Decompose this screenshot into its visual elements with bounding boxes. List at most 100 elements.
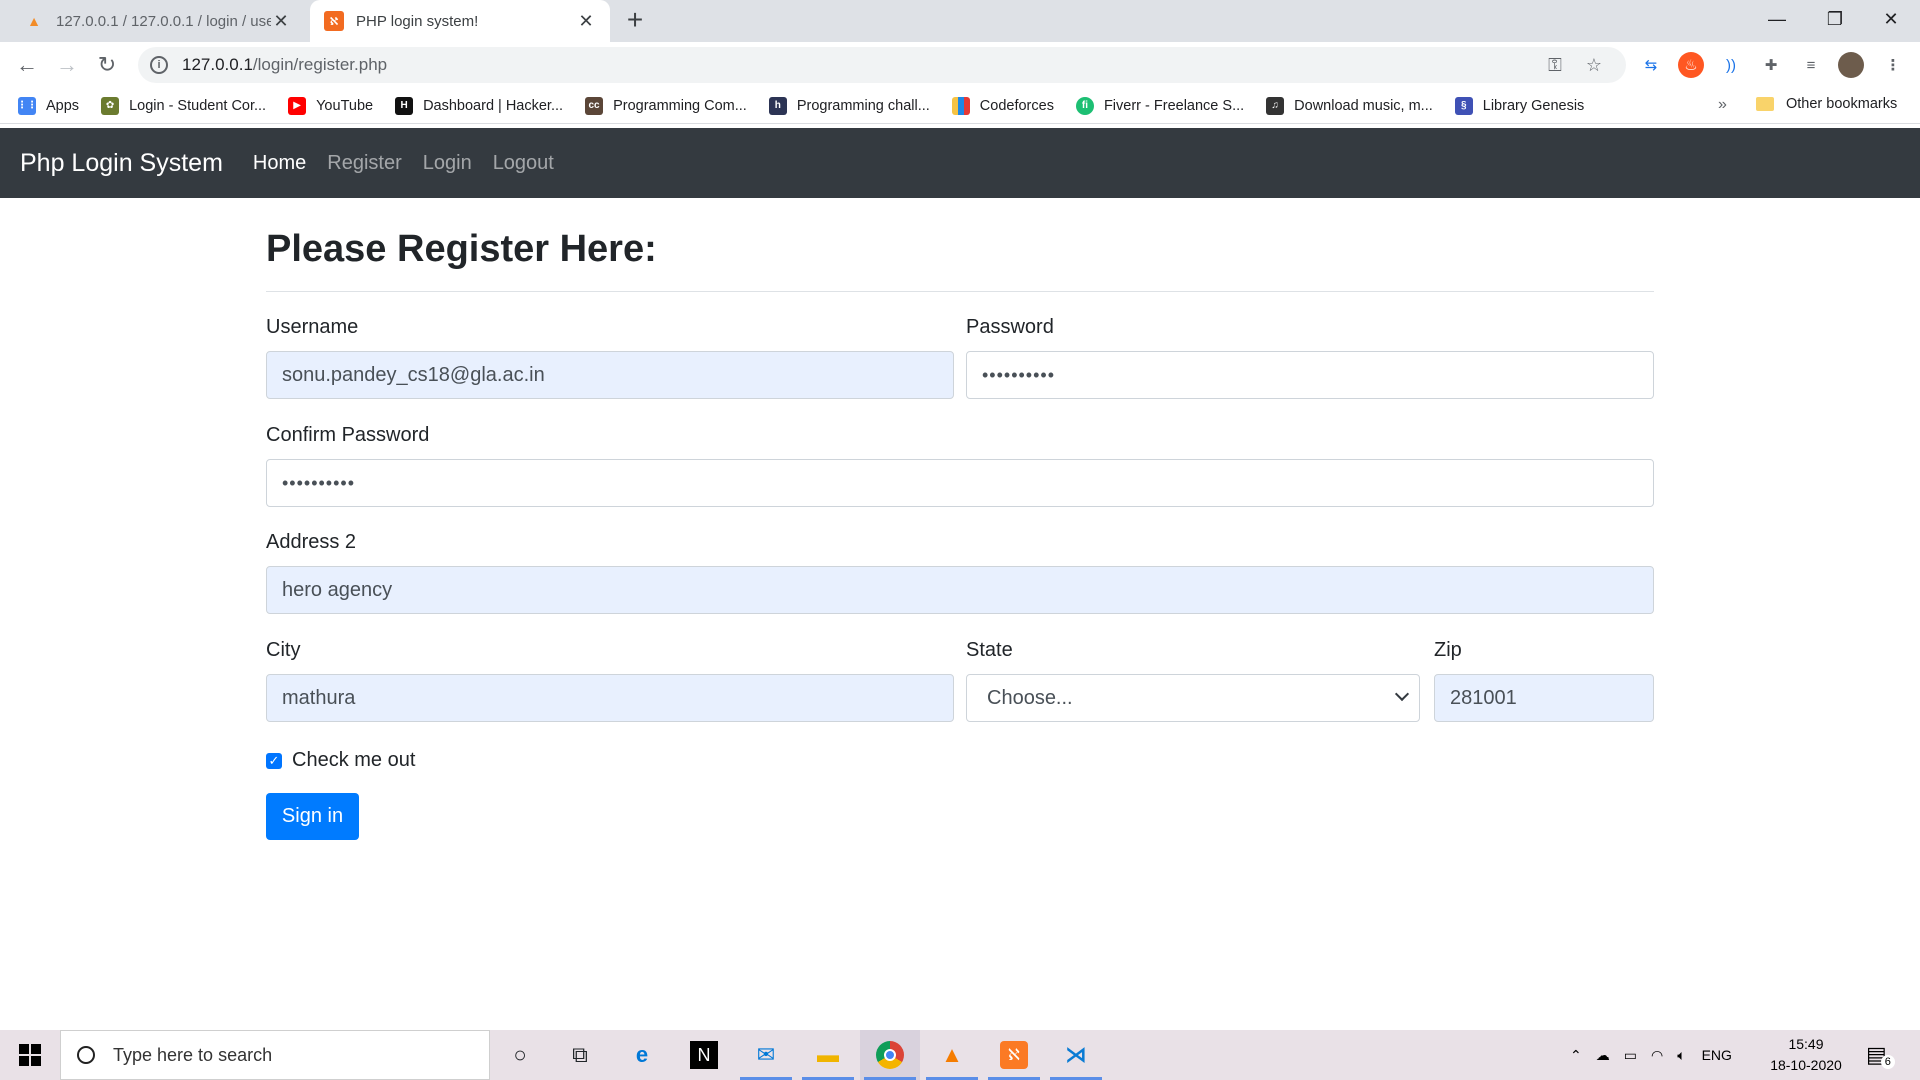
close-tab-icon[interactable]: ✕ <box>271 11 291 32</box>
folder-icon <box>1756 97 1774 111</box>
edge-icon[interactable]: e <box>612 1030 672 1080</box>
language-indicator[interactable]: ENG <box>1702 1047 1732 1063</box>
chrome-icon[interactable] <box>860 1030 920 1080</box>
close-tab-icon[interactable]: ✕ <box>576 11 596 32</box>
state-select[interactable]: Choose... <box>966 674 1420 722</box>
bookmark-hackerrank[interactable]: H Dashboard | Hacker... <box>395 96 564 115</box>
xampp-taskbar-icon[interactable]: ℵ <box>984 1030 1044 1080</box>
zip-value: 281001 <box>1450 686 1517 709</box>
xampp-icon: ℵ <box>324 11 344 31</box>
system-tray: ⌃ ☁ ▭ ◠ 🔈︎ ENG <box>1570 1030 1732 1080</box>
tab-strip: ▲ 127.0.0.1 / 127.0.0.1 / login / users … <box>0 0 1920 42</box>
bookmark-codechef[interactable]: cc Programming Com... <box>585 96 747 115</box>
other-bookmarks-label: Other bookmarks <box>1786 96 1898 112</box>
bookmark-youtube[interactable]: ▶ YouTube <box>288 96 373 115</box>
address-label: Address 2 <box>266 531 357 553</box>
chevron-up-icon[interactable]: ⌃ <box>1570 1047 1582 1064</box>
taskbar-search-placeholder: Type here to search <box>113 1044 273 1065</box>
confirm-password-label: Confirm Password <box>266 424 430 446</box>
confirm-password-input[interactable]: •••••••••• <box>266 459 1654 507</box>
bookmarks-bar: ⋮⋮ Apps ✿ Login - Student Cor... ▶ YouTube … <box>0 88 1920 124</box>
city-label: City <box>266 639 301 661</box>
fire-extension-icon[interactable]: ♨ <box>1678 52 1704 78</box>
notification-center[interactable]: ▤ 6 <box>1866 1030 1895 1080</box>
bookmark-student-corner[interactable]: ✿ Login - Student Cor... <box>101 96 266 115</box>
site-navbar: Php Login System Home Register Login Log… <box>0 128 1920 198</box>
url-host: 127.0.0.1 <box>182 55 253 74</box>
heading-divider <box>266 291 1654 292</box>
url-text[interactable]: 127.0.0.1/login/register.php <box>182 55 1548 75</box>
onedrive-icon[interactable]: ☁ <box>1596 1047 1610 1064</box>
taskbar-search[interactable]: Type here to search <box>60 1030 490 1080</box>
library-icon: § <box>1454 96 1473 115</box>
nav-login[interactable]: Login <box>423 152 472 175</box>
music-icon: ♫ <box>1266 96 1285 115</box>
site-info-icon[interactable]: i <box>150 56 168 74</box>
audio-extension-icon[interactable]: )) <box>1718 52 1744 78</box>
username-label: Username <box>266 316 359 338</box>
vscode-icon[interactable]: ⋊ <box>1046 1030 1106 1080</box>
tab-phpmyadmin[interactable]: ▲ 127.0.0.1 / 127.0.0.1 / login / users … <box>10 0 305 42</box>
nav-logout[interactable]: Logout <box>493 152 554 175</box>
reload-button[interactable]: ↻ <box>92 50 122 80</box>
url-path: /login/register.php <box>252 55 388 74</box>
username-input[interactable]: sonu.pandey_cs18@gla.ac.in <box>266 351 954 399</box>
phpmyadmin-icon: ▲ <box>27 13 41 29</box>
bookmark-codeforces[interactable]: Codeforces <box>951 96 1054 115</box>
address-bar[interactable]: i 127.0.0.1/login/register.php ⚿ ☆ <box>138 47 1626 83</box>
back-button[interactable]: ← <box>12 50 42 80</box>
tab-php-login-system[interactable]: ℵ PHP login system! ✕ <box>310 0 610 42</box>
notification-count: 6 <box>1880 1055 1895 1069</box>
profile-avatar[interactable] <box>1838 52 1864 78</box>
check-me-out-checkbox[interactable]: ✓ <box>266 752 282 769</box>
bookmark-apps[interactable]: ⋮⋮ Apps <box>17 96 79 115</box>
media-control-icon[interactable]: ≡ <box>1798 52 1824 78</box>
zip-input[interactable]: 281001 <box>1434 674 1654 722</box>
state-label: State <box>966 639 1013 661</box>
windows-logo-icon <box>19 1044 41 1066</box>
password-input[interactable]: •••••••••• <box>966 351 1654 399</box>
bookmark-star-icon[interactable]: ☆ <box>1586 55 1602 76</box>
tab-title: PHP login system! <box>356 12 479 30</box>
hackerrank-icon: H <box>395 96 414 115</box>
volume-icon[interactable]: 🔈︎ <box>1677 1047 1685 1064</box>
nav-home[interactable]: Home <box>253 152 306 175</box>
clock-date: 18-10-2020 <box>1770 1057 1842 1073</box>
key-icon[interactable]: ⚿ <box>1548 55 1562 76</box>
bookmark-library-genesis[interactable]: § Library Genesis <box>1454 96 1584 115</box>
vlc-icon[interactable]: ▲ <box>922 1030 982 1080</box>
battery-icon[interactable]: ▭ <box>1624 1047 1637 1064</box>
site-brand[interactable]: Php Login System <box>20 149 223 178</box>
forward-button[interactable]: → <box>52 50 82 80</box>
translate-extension-icon[interactable]: ⇆ <box>1638 52 1664 78</box>
nav-register[interactable]: Register <box>327 152 401 175</box>
minimize-button[interactable]: — <box>1748 0 1806 38</box>
city-input[interactable]: mathura <box>266 674 954 722</box>
extensions-puzzle-icon[interactable]: ✚ <box>1758 52 1784 78</box>
wifi-icon[interactable]: ◠ <box>1651 1047 1663 1064</box>
bookmark-music[interactable]: ♫ Download music, m... <box>1266 96 1433 115</box>
other-bookmarks-folder[interactable]: Other bookmarks <box>1756 96 1897 112</box>
chrome-menu-icon[interactable]: ⋮ <box>1880 52 1906 78</box>
notion-icon[interactable]: N <box>674 1030 734 1080</box>
bookmark-fiverr[interactable]: fi Fiverr - Freelance S... <box>1075 96 1245 115</box>
close-window-button[interactable]: ✕ <box>1862 0 1920 38</box>
bookmark-hackerearth[interactable]: h Programming chall... <box>768 96 930 115</box>
restore-button[interactable]: ❐ <box>1806 0 1864 38</box>
password-label: Password <box>966 316 1054 338</box>
file-explorer-icon[interactable]: ▬ <box>798 1030 858 1080</box>
bookmark-label: Fiverr - Freelance S... <box>1103 97 1245 114</box>
start-button[interactable] <box>0 1030 60 1080</box>
bookmark-label: Dashboard | Hacker... <box>423 97 564 114</box>
cortana-icon[interactable]: ○ <box>490 1030 550 1080</box>
more-bookmarks-button[interactable]: » <box>1718 96 1727 114</box>
task-view-icon[interactable]: ⧉ <box>550 1030 610 1080</box>
sign-in-button[interactable]: Sign in <box>266 793 359 840</box>
taskbar-clock[interactable]: 15:49 18-10-2020 <box>1766 1034 1846 1076</box>
address-input[interactable]: hero agency <box>266 566 1654 614</box>
check-me-out-label[interactable]: Check me out <box>292 749 415 772</box>
youtube-icon: ▶ <box>288 96 307 115</box>
new-tab-button[interactable]: + <box>620 6 650 36</box>
mail-icon[interactable]: ✉ <box>736 1030 796 1080</box>
username-value: sonu.pandey_cs18@gla.ac.in <box>282 363 545 386</box>
